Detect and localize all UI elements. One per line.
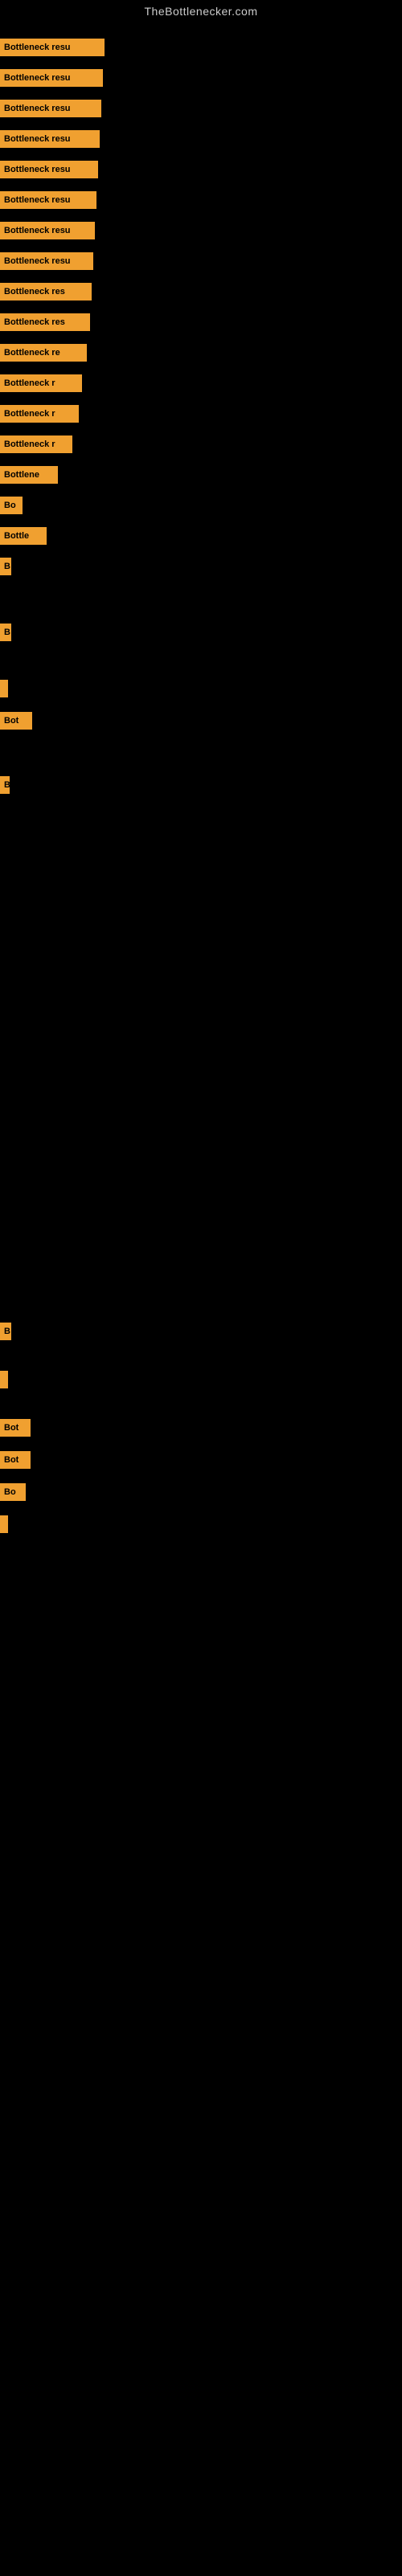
bar-row: Bottleneck r (0, 435, 72, 453)
bar-row: Bo (0, 497, 23, 514)
bar-row: Bottleneck resu (0, 69, 103, 87)
bar-row: Bottle (0, 527, 47, 545)
bar-row: Bo (0, 1483, 26, 1501)
bar-label: Bottleneck r (0, 435, 72, 453)
site-title: TheBottlenecker.com (0, 0, 402, 21)
bar-label: Bottleneck r (0, 374, 82, 392)
bar-label: Bottleneck resu (0, 161, 98, 178)
bar-label: Bottleneck resu (0, 252, 93, 270)
bar-row (0, 680, 8, 697)
bar-label: Bottleneck resu (0, 39, 105, 56)
bar-row: Bottlene (0, 466, 58, 484)
bar-row (0, 1515, 8, 1533)
bar-row: Bottleneck resu (0, 161, 98, 178)
bar-row: B (0, 1323, 11, 1340)
bar-row: Bottleneck resu (0, 191, 96, 209)
bar-row: Bottleneck resu (0, 222, 95, 239)
bar-row: Bottleneck re (0, 344, 87, 362)
bar-label: Bottleneck resu (0, 69, 103, 87)
bar-label: Bottleneck resu (0, 130, 100, 148)
bar-label: Bottleneck res (0, 313, 90, 331)
bar-row: Bot (0, 712, 32, 730)
bar-label: Bottleneck re (0, 344, 87, 362)
bar-row: Bottleneck r (0, 374, 82, 392)
bar-row: Bottleneck res (0, 313, 90, 331)
bar-label: Bot (0, 712, 32, 730)
bar-row: B (0, 776, 10, 794)
bar-row: B (0, 558, 11, 575)
bar-label: B (0, 776, 10, 794)
bar-label: Bo (0, 497, 23, 514)
bar-label: Bot (0, 1419, 31, 1437)
bar-label: B (0, 624, 11, 641)
bar-row: Bottleneck r (0, 405, 79, 423)
bar-label: B (0, 1323, 11, 1340)
bar-label: B (0, 558, 11, 575)
bar-label (0, 1515, 8, 1533)
bar-label (0, 1371, 8, 1388)
bar-label: Bo (0, 1483, 26, 1501)
bar-label: Bottleneck resu (0, 100, 101, 117)
bar-row: Bot (0, 1451, 31, 1469)
bar-row: Bot (0, 1419, 31, 1437)
bar-label: Bottle (0, 527, 47, 545)
bar-label: Bot (0, 1451, 31, 1469)
bar-row: Bottleneck resu (0, 100, 101, 117)
bar-row (0, 1371, 8, 1388)
bar-row: B (0, 624, 11, 641)
bar-row: Bottleneck resu (0, 130, 100, 148)
bar-row: Bottleneck resu (0, 39, 105, 56)
bar-row: Bottleneck resu (0, 252, 93, 270)
bar-label (0, 680, 8, 697)
bar-label: Bottleneck resu (0, 191, 96, 209)
bar-label: Bottleneck res (0, 283, 92, 301)
bar-row: Bottleneck res (0, 283, 92, 301)
bar-label: Bottlene (0, 466, 58, 484)
bar-label: Bottleneck r (0, 405, 79, 423)
bar-label: Bottleneck resu (0, 222, 95, 239)
